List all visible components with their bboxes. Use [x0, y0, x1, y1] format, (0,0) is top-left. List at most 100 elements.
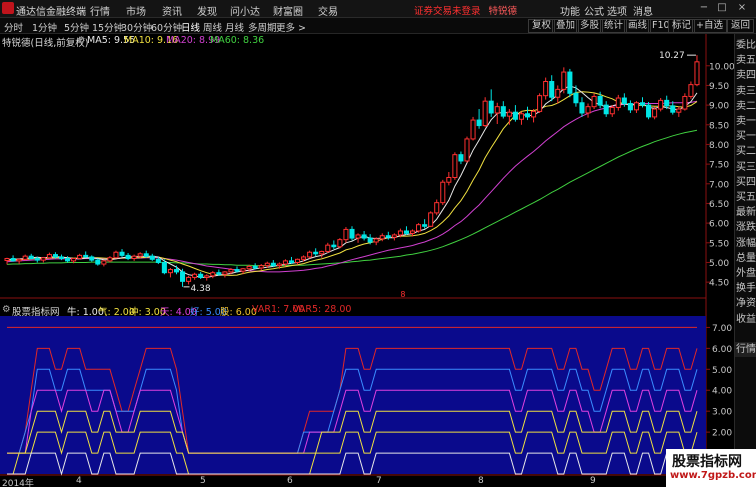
candle-body — [379, 235, 385, 240]
candle-body — [391, 234, 397, 238]
candle-body — [167, 269, 173, 274]
candle-body — [52, 254, 58, 258]
candle-body — [307, 251, 313, 258]
candle-body — [543, 81, 549, 97]
candle-body — [579, 102, 585, 114]
candle-body — [95, 259, 101, 265]
price-axis: 10.00 9.50 9.00 8.50 8.00 7.50 7.00 6.50 6.00 5.5… — [706, 62, 734, 289]
candle-body — [210, 272, 216, 277]
moving-average-lines — [6, 85, 698, 278]
indicator-name[interactable]: 股票指标网 — [12, 304, 60, 318]
date-label: 9 — [590, 476, 596, 486]
candle-body — [155, 258, 161, 263]
sidebar-tab-16[interactable]: 换手 — [735, 281, 756, 296]
stock-chart[interactable]: 10.00 9.50 9.00 8.50 8.00 7.50 7.00 6.50 6.00 5.5… — [0, 0, 734, 476]
candle-body — [65, 258, 71, 262]
candle-body — [567, 71, 573, 94]
price-tick-label: 10.00 — [709, 62, 734, 72]
candle-body — [16, 258, 22, 262]
watermark-title: 股票指标网 — [672, 454, 742, 470]
price-tick-label: 8.50 — [709, 121, 729, 131]
quote-sidebar: 委比 卖五 卖四 卖三 卖二 卖一 买一 买二 买三 买四 买五 最新 涨跌 涨幅 总量 外盘 换手 净资 收益行情 — [734, 34, 756, 487]
indicator-background — [0, 316, 706, 474]
sidebar-tab-6[interactable]: 买一 — [735, 129, 756, 144]
price-tick-label: 6.50 — [709, 200, 729, 210]
indicator-tick-label: 4.00 — [712, 387, 732, 397]
candle-body — [10, 258, 16, 262]
candle-body — [143, 253, 149, 257]
candle-body — [531, 110, 537, 118]
sidebar-tab-7[interactable]: 买二 — [735, 144, 756, 159]
price-tick-label: 7.50 — [709, 161, 729, 171]
candle-body — [385, 235, 391, 238]
candle-body — [464, 138, 470, 162]
candle-body — [83, 254, 89, 258]
price-tick-label: 4.50 — [709, 279, 729, 289]
candle-body — [585, 106, 591, 114]
sidebar-tab-13[interactable]: 涨幅 — [735, 236, 756, 251]
sidebar-tab-17[interactable]: 净资 — [735, 296, 756, 311]
candle-body — [282, 260, 288, 265]
candle-body — [180, 271, 186, 282]
candle-body — [403, 230, 409, 234]
candle-body — [331, 244, 337, 248]
sidebar-tab-8[interactable]: 买三 — [735, 160, 756, 175]
candle-body — [313, 251, 319, 255]
candle-body — [397, 230, 403, 236]
candle-body — [361, 234, 367, 239]
candle-body — [137, 253, 143, 257]
price-tick-label: 8.00 — [709, 141, 729, 151]
candle-body — [204, 275, 210, 278]
candle-body — [476, 119, 482, 127]
date-label: 8 — [478, 476, 484, 486]
candle-body — [28, 255, 34, 260]
sidebar-tab-18[interactable]: 收益 — [735, 312, 756, 327]
candlesticks — [4, 55, 700, 287]
candle-body — [409, 230, 416, 234]
price-tick-label: 9.50 — [709, 82, 729, 92]
sidebar-tab-1[interactable]: 卖五 — [735, 53, 756, 68]
candle-body — [549, 81, 555, 98]
candle-body — [524, 113, 531, 118]
sidebar-tab-5[interactable]: 卖一 — [735, 114, 756, 129]
indicator-panel — [0, 316, 706, 474]
candle-body — [89, 256, 95, 261]
candle-body — [573, 92, 579, 104]
candle-body — [670, 105, 676, 113]
ma10-line — [6, 91, 698, 276]
candle-body — [34, 258, 40, 261]
candle-body — [422, 224, 428, 227]
close-icon[interactable]: × — [736, 2, 748, 14]
candle-body — [46, 254, 52, 259]
candle-body — [615, 97, 621, 108]
sidebar-tab-2[interactable]: 卖四 — [735, 68, 756, 83]
sidebar-tab-12[interactable]: 涨跌 — [735, 220, 756, 235]
sidebar-tab-9[interactable]: 买四 — [735, 175, 756, 190]
candle-body — [349, 228, 355, 239]
candle-body — [222, 271, 228, 275]
candle-body — [555, 88, 561, 98]
sidebar-tab-10[interactable]: 买五 — [735, 190, 756, 205]
candle-body — [518, 113, 524, 120]
candle-body — [537, 95, 543, 112]
candle-body — [434, 202, 440, 214]
candle-body — [276, 263, 282, 267]
candle-body — [646, 104, 652, 118]
sidebar-tab-3[interactable]: 卖三 — [735, 84, 756, 99]
indicator-settings-icon[interactable]: ⚙ — [2, 304, 11, 315]
date-label: 6 — [287, 476, 293, 486]
candle-body — [561, 71, 567, 90]
candle-body — [288, 260, 295, 263]
sidebar-tab-20[interactable]: 行情 — [735, 342, 756, 357]
sidebar-tab-15[interactable]: 外盘 — [735, 266, 756, 281]
candle-body — [337, 239, 343, 248]
candle-body — [40, 257, 46, 261]
candle-body — [173, 269, 180, 273]
candle-body — [500, 106, 506, 117]
sidebar-tab-14[interactable]: 总量 — [735, 251, 756, 266]
sidebar-tab-4[interactable]: 卖二 — [735, 99, 756, 114]
candle-body — [688, 84, 694, 97]
sidebar-tab-0[interactable]: 委比 — [735, 38, 756, 53]
sidebar-tab-11[interactable]: 最新 — [735, 205, 756, 220]
